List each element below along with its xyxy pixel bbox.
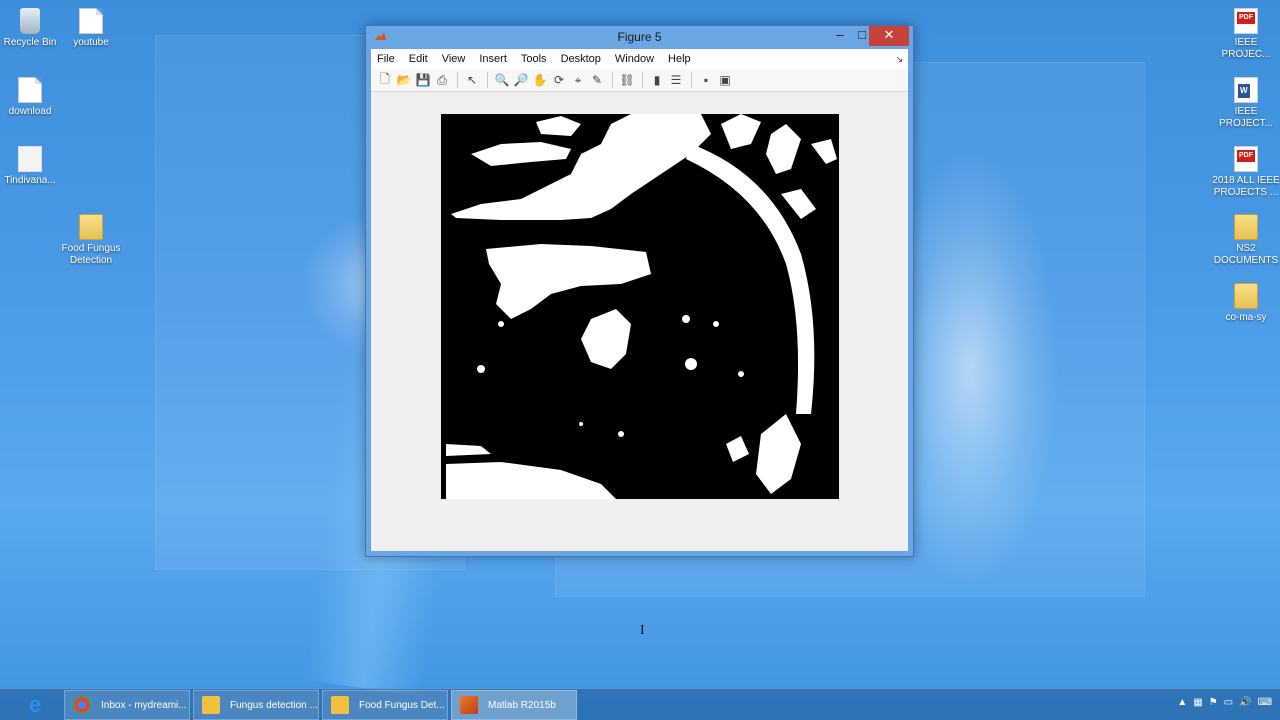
taskbar-item-label: Inbox - mydreami... [101, 699, 187, 711]
desktop-icon-label: NS2 DOCUMENTS [1213, 243, 1279, 266]
taskbar-item-chrome[interactable]: Inbox - mydreami... [64, 690, 190, 720]
matlab-icon [460, 696, 478, 714]
taskbar-item-matlab[interactable]: Matlab R2015b [451, 690, 577, 720]
action-center-icon[interactable]: ⚑ [1209, 697, 1218, 708]
hide-plot-tools-icon[interactable]: ▪ [697, 71, 715, 89]
desktop-icon-2018-all-ieee-projects[interactable]: PDF 2018 ALL IEEE PROJECTS ... [1211, 146, 1280, 199]
data-cursor-icon[interactable]: ⌖ [569, 71, 587, 89]
toolbar-separator [487, 72, 488, 88]
pdf-icon: PDF [1234, 146, 1258, 172]
desktop-icon-youtube[interactable]: youtube [56, 8, 126, 49]
menu-desktop[interactable]: Desktop [561, 53, 601, 65]
word-doc-icon: W [1234, 77, 1258, 103]
menu-help[interactable]: Help [668, 53, 691, 65]
taskbar-item-label: Matlab R2015b [488, 699, 556, 711]
zoom-out-icon[interactable]: 🔎 [512, 71, 530, 89]
toolbar-separator [612, 72, 613, 88]
open-file-icon[interactable]: 📂 [395, 71, 413, 89]
image-file-icon [18, 146, 42, 172]
menu-tools[interactable]: Tools [521, 53, 547, 65]
keyboard-icon[interactable]: ⌨ [1258, 697, 1272, 708]
desktop-icon-label: co-ma-sy [1225, 312, 1267, 323]
print-icon[interactable]: ⎙ [433, 71, 451, 89]
folder-icon [1234, 283, 1258, 309]
desktop-icon-label: Tindivana... [4, 175, 56, 186]
desktop-icon-ieee-project[interactable]: W IEEE PROJECT... [1211, 77, 1280, 130]
colorbar-icon[interactable]: ▮ [648, 71, 666, 89]
desktop-icon-label: download [8, 106, 52, 117]
desktop-icon-label: Food Fungus Detection [61, 243, 121, 266]
desktop-icon-label: Recycle Bin [3, 37, 57, 48]
menu-edit[interactable]: Edit [409, 53, 428, 65]
folder-icon [79, 214, 103, 240]
pan-icon[interactable]: ✋ [531, 71, 549, 89]
folder-icon [1234, 214, 1258, 240]
chrome-icon [73, 696, 91, 714]
battery-icon[interactable]: ▭ [1224, 697, 1233, 708]
edit-plot-icon[interactable]: ↖ [463, 71, 481, 89]
pdf-icon: PDF [1234, 8, 1258, 34]
desktop-icon-label: youtube [73, 37, 109, 48]
menu-insert[interactable]: Insert [479, 53, 507, 65]
close-button[interactable]: ✕ [869, 26, 909, 46]
internet-explorer-icon[interactable]: e [22, 693, 48, 717]
window-titlebar[interactable]: Figure 5 – □ ✕ [366, 26, 913, 48]
text-cursor-icon: I [640, 623, 645, 638]
system-tray: ▲ ▦ ⚑ ▭ 🔊 ⌨ [1177, 697, 1272, 708]
menu-view[interactable]: View [442, 53, 466, 65]
menu-bar: File Edit View Insert Tools Desktop Wind… [371, 49, 908, 69]
recycle-bin-icon [20, 8, 40, 34]
volume-icon[interactable]: 🔊 [1239, 697, 1251, 708]
folder-icon [202, 696, 220, 714]
folder-icon [331, 696, 349, 714]
document-icon [79, 8, 103, 34]
desktop-icon-ieee-projec[interactable]: PDF IEEE PROJEC... [1211, 8, 1280, 61]
zoom-in-icon[interactable]: 🔍 [493, 71, 511, 89]
taskbar-item-label: Fungus detection ... [230, 699, 318, 711]
rotate-3d-icon[interactable]: ⟳ [550, 71, 568, 89]
taskbar-item-label: Food Fungus Det... [359, 699, 445, 711]
desktop-icon-co-ma-sy[interactable]: co-ma-sy [1211, 283, 1280, 324]
desktop-icon-label: IEEE PROJEC... [1221, 37, 1271, 60]
desktop-icon-ns2-documents[interactable]: NS2 DOCUMENTS [1211, 214, 1280, 267]
new-figure-icon[interactable]: 🗋 [376, 71, 394, 89]
desktop-icon-label: 2018 ALL IEEE PROJECTS ... [1212, 175, 1280, 198]
figure-canvas[interactable] [371, 92, 908, 551]
toolbar-separator [642, 72, 643, 88]
toolbar-separator [691, 72, 692, 88]
link-plot-icon[interactable]: ⛓ [618, 71, 636, 89]
menu-window[interactable]: Window [615, 53, 654, 65]
desktop-icon-tindivanam[interactable]: Tindivana... [0, 146, 65, 187]
taskbar-item-food-fungus-det[interactable]: Food Fungus Det... [322, 690, 448, 720]
show-hidden-icons-icon[interactable]: ▲ [1177, 697, 1187, 708]
desktop-icon-download[interactable]: download [0, 77, 65, 118]
tray-app-icon[interactable]: ▦ [1193, 697, 1202, 708]
menu-file[interactable]: File [377, 53, 395, 65]
desktop-icon-food-fungus-detection[interactable]: Food Fungus Detection [56, 214, 126, 267]
toolbar-separator [457, 72, 458, 88]
brush-icon[interactable]: ✎ [588, 71, 606, 89]
binary-image-plot[interactable] [441, 114, 839, 499]
taskbar: e Inbox - mydreami... Fungus detection .… [0, 688, 1280, 720]
show-plot-tools-icon[interactable]: ▣ [716, 71, 734, 89]
figure-window[interactable]: Figure 5 – □ ✕ File Edit View Insert Too… [365, 25, 914, 557]
legend-icon[interactable]: ☰ [667, 71, 685, 89]
taskbar-item-fungus-detection[interactable]: Fungus detection ... [193, 690, 319, 720]
dock-figure-icon[interactable]: ↘ [895, 54, 903, 65]
figure-toolbar: 🗋 📂 💾 ⎙ ↖ 🔍 🔎 ✋ ⟳ ⌖ ✎ ⛓ ▮ ☰ ▪ ▣ [371, 69, 908, 92]
document-icon [18, 77, 42, 103]
desktop-icon-label: IEEE PROJECT... [1219, 106, 1273, 129]
save-icon[interactable]: 💾 [414, 71, 432, 89]
